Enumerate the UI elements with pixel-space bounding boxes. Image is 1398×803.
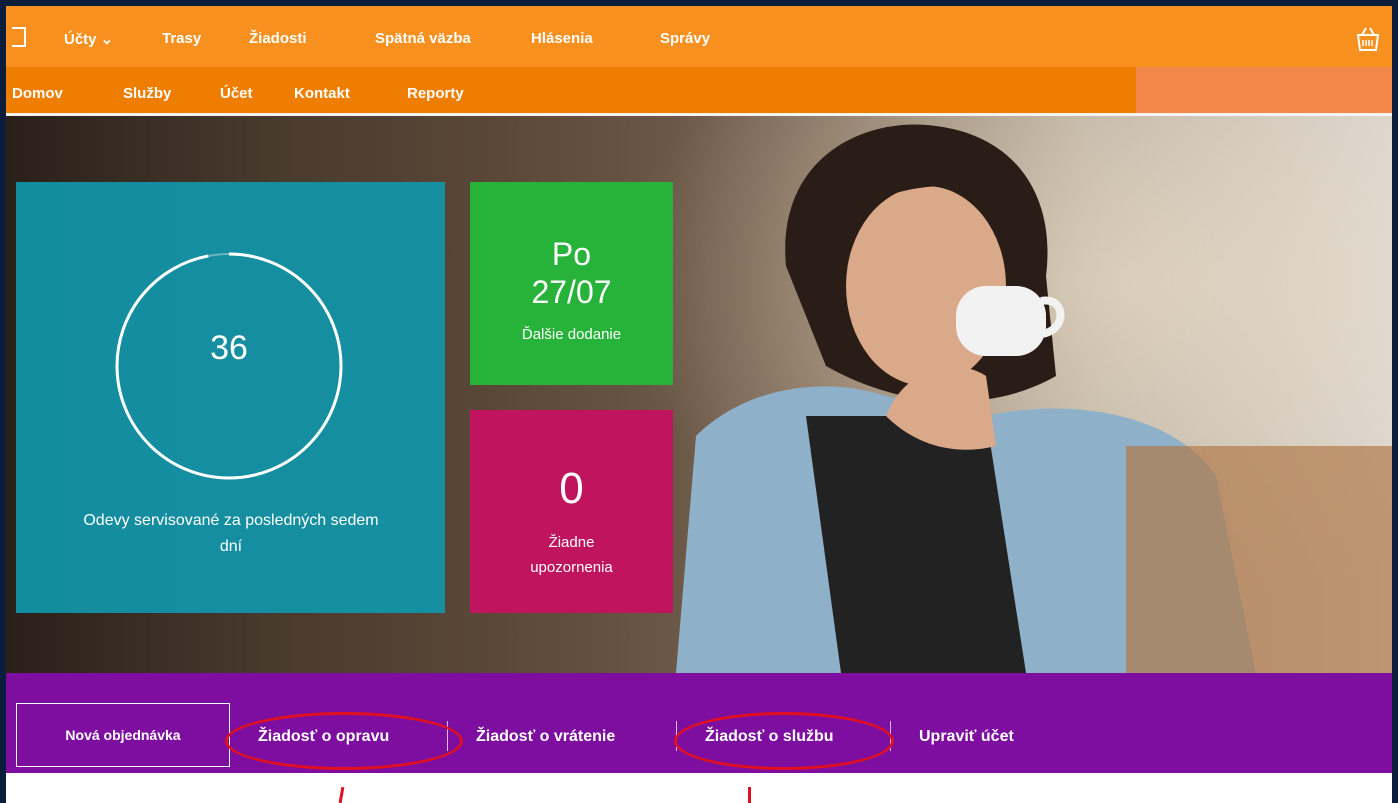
home-icon[interactable] [12, 27, 26, 47]
nav-reports[interactable]: Hlásenia [531, 30, 593, 47]
subnav-reports[interactable]: Reporty [407, 85, 464, 102]
alerts-tile[interactable]: 0 Žiadne upozornenia [470, 410, 673, 613]
nav-messages[interactable]: Správy [660, 30, 710, 47]
garments-label: Odevy servisované za posledných sedem dn… [83, 512, 379, 555]
subnav-contact[interactable]: Kontakt [294, 85, 350, 102]
hero-banner: 36 Odevy servisované za posledných sedem… [6, 116, 1392, 673]
subnav-account[interactable]: Účet [220, 85, 253, 102]
subnav-home[interactable]: Domov [12, 85, 63, 102]
edit-account-link[interactable]: Upraviť účet [919, 728, 1014, 746]
garments-serviced-tile[interactable]: 36 Odevy servisované za posledných sedem… [16, 182, 445, 613]
top-navigation: Účty ⌄ Trasy Žiadosti Spätná väzba Hláse… [6, 6, 1392, 67]
nav-requests[interactable]: Žiadosti [249, 30, 307, 47]
return-request-link[interactable]: Žiadosť o vrátenie [476, 728, 615, 746]
annotation-marker [748, 787, 751, 803]
subnav-services[interactable]: Služby [123, 85, 171, 102]
annotation-circle-repair [225, 712, 463, 770]
subnav-search-area [1136, 67, 1392, 113]
hero-photo-woman [676, 124, 1392, 673]
nav-routes[interactable]: Trasy [162, 30, 201, 47]
delivery-label: Ďalšie dodanie [521, 326, 622, 343]
next-delivery-tile[interactable]: Po 27/07 Ďalšie dodanie [470, 182, 673, 385]
basket-icon[interactable] [1354, 25, 1382, 53]
nav-feedback[interactable]: Spätná väzba [375, 30, 471, 47]
annotation-circle-service [674, 712, 894, 770]
nav-accounts[interactable]: Účty ⌄ [64, 30, 113, 48]
sub-navigation: Domov Služby Účet Kontakt Reporty [6, 67, 1392, 116]
new-order-button[interactable]: Nová objednávka [16, 703, 230, 767]
garments-count: 36 [210, 329, 248, 367]
delivery-date: 27/07 [531, 274, 612, 310]
alerts-label: Žiadne upozornenia [530, 534, 613, 576]
alerts-count: 0 [559, 464, 584, 513]
delivery-day: Po [551, 236, 592, 272]
